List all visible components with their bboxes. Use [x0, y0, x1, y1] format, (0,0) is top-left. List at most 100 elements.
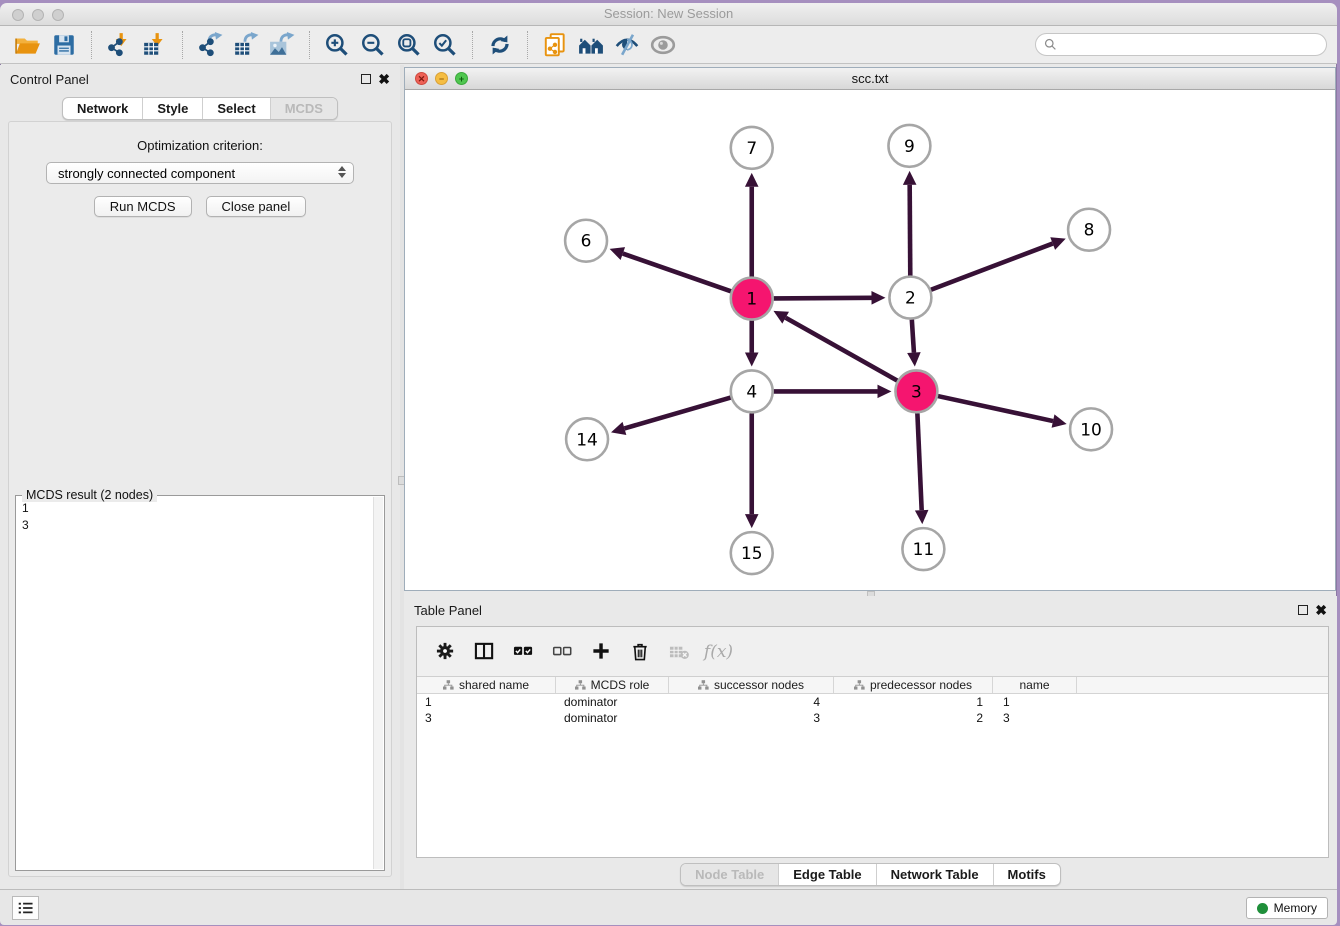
close-panel-button[interactable]: Close panel [206, 196, 307, 217]
export-table-button[interactable] [228, 30, 264, 60]
edge-2-3[interactable] [907, 319, 921, 366]
node-1[interactable]: 1 [731, 278, 773, 320]
network-window: ✕ − + scc.txt 7 9 6 8 1 2 4 3 14 10 15 11 [404, 67, 1336, 591]
table-float-panel-icon[interactable] [1298, 605, 1308, 615]
edge-4-15[interactable] [745, 413, 759, 528]
node-10[interactable]: 10 [1070, 408, 1112, 450]
node-14[interactable]: 14 [566, 418, 608, 460]
import-table-button[interactable] [137, 30, 173, 60]
deselect-all-button[interactable] [544, 635, 581, 669]
node-2[interactable]: 2 [889, 277, 931, 319]
save-session-button[interactable] [46, 30, 82, 60]
maximize-window-icon[interactable] [52, 9, 64, 21]
zoom-in-button[interactable] [319, 30, 355, 60]
node-3[interactable]: 3 [895, 370, 937, 412]
network-canvas[interactable]: 7 9 6 8 1 2 4 3 14 10 15 11 [405, 90, 1335, 590]
network-maximize-icon[interactable]: + [455, 72, 468, 85]
table-row[interactable]: 1dominator411 [417, 694, 1328, 710]
table-header-row: shared nameMCDS rolesuccessor nodesprede… [417, 676, 1328, 694]
export-image-button[interactable] [264, 30, 300, 60]
task-history-button[interactable] [12, 896, 39, 920]
node-8[interactable]: 8 [1068, 209, 1110, 251]
close-window-icon[interactable] [12, 9, 24, 21]
table-tab-motifs[interactable]: Motifs [993, 864, 1060, 885]
table-tab-node-table[interactable]: Node Table [681, 864, 778, 885]
window-title: Session: New Session [604, 6, 733, 21]
mcds-result-box[interactable]: MCDS result (2 nodes) 1 3 [15, 495, 385, 871]
table-close-panel-icon[interactable]: ✖ [1315, 605, 1327, 615]
delete-column-button[interactable] [622, 635, 659, 669]
delete-table-button[interactable] [661, 635, 698, 669]
tab-style[interactable]: Style [142, 98, 202, 119]
minimize-window-icon[interactable] [32, 9, 44, 21]
table-tab-edge-table[interactable]: Edge Table [778, 864, 875, 885]
zoom-fit-button[interactable] [391, 30, 427, 60]
first-neighbors-button[interactable] [573, 30, 609, 60]
memory-button[interactable]: Memory [1246, 897, 1328, 919]
column-header-successor-nodes[interactable]: successor nodes [669, 677, 834, 693]
zoom-in-icon [324, 32, 350, 58]
svg-text:11: 11 [913, 539, 935, 559]
edge-2-8[interactable] [931, 237, 1066, 290]
edge-3-1[interactable] [773, 311, 897, 381]
edge-1-2[interactable] [774, 291, 886, 305]
hide-selected-button[interactable] [609, 30, 645, 60]
network-close-icon[interactable]: ✕ [415, 72, 428, 85]
edge-1-6[interactable] [610, 247, 731, 291]
edge-4-14[interactable] [611, 398, 731, 435]
zoom-out-button[interactable] [355, 30, 391, 60]
node-7[interactable]: 7 [731, 127, 773, 169]
edge-4-3[interactable] [774, 385, 892, 399]
column-header-name[interactable]: name [993, 677, 1077, 693]
network-minimize-icon[interactable]: − [435, 72, 448, 85]
svg-text:15: 15 [741, 543, 763, 563]
select-all-button[interactable] [505, 635, 542, 669]
tab-mcds[interactable]: MCDS [270, 98, 337, 119]
zoom-selected-button[interactable] [427, 30, 463, 60]
table-tab-network-table[interactable]: Network Table [876, 864, 993, 885]
result-scrollbar[interactable] [373, 497, 383, 869]
open-session-button[interactable] [10, 30, 46, 60]
node-9[interactable]: 9 [888, 125, 930, 167]
export-network-button[interactable] [192, 30, 228, 60]
table-row[interactable]: 3dominator323 [417, 710, 1328, 726]
edge-3-10[interactable] [938, 396, 1067, 428]
refresh-button[interactable] [482, 30, 518, 60]
float-panel-icon[interactable] [361, 74, 371, 84]
tab-network[interactable]: Network [63, 98, 142, 119]
node-15[interactable]: 15 [731, 532, 773, 574]
column-header-MCDS-role[interactable]: MCDS role [556, 677, 669, 693]
edge-1-4[interactable] [745, 321, 759, 367]
add-column-button[interactable] [583, 635, 620, 669]
toolbar-separator [472, 31, 473, 59]
close-panel-icon[interactable]: ✖ [378, 74, 390, 84]
show-all-button[interactable] [645, 30, 681, 60]
edge-3-11[interactable] [915, 413, 929, 524]
table-cell: dominator [556, 694, 669, 710]
node-table: f(x) shared nameMCDS rolesuccessor nodes… [416, 626, 1329, 858]
search-box[interactable] [1035, 33, 1327, 56]
toolbar-buttons [10, 30, 681, 60]
run-mcds-button[interactable]: Run MCDS [94, 196, 192, 217]
hierarchy-icon [698, 680, 709, 690]
network-window-title: scc.txt [852, 71, 889, 86]
settings-button[interactable] [427, 635, 464, 669]
network-from-selection-button[interactable] [537, 30, 573, 60]
node-6[interactable]: 6 [565, 220, 607, 262]
column-header-shared-name[interactable]: shared name [417, 677, 556, 693]
edge-2-9[interactable] [903, 171, 917, 276]
column-header-predecessor-nodes[interactable]: predecessor nodes [834, 677, 993, 693]
node-11[interactable]: 11 [902, 528, 944, 570]
zoom-selected-icon [432, 32, 458, 58]
search-input[interactable] [1062, 38, 1318, 52]
search-icon [1044, 38, 1057, 51]
tab-select[interactable]: Select [202, 98, 269, 119]
first-neighbors-icon [578, 32, 604, 58]
svg-text:4: 4 [746, 381, 757, 401]
edge-1-7[interactable] [745, 173, 759, 277]
function-builder-button[interactable]: f(x) [700, 635, 737, 669]
node-4[interactable]: 4 [731, 370, 773, 412]
criterion-dropdown[interactable]: strongly connected component [46, 162, 354, 184]
import-network-button[interactable] [101, 30, 137, 60]
split-view-button[interactable] [466, 635, 503, 669]
